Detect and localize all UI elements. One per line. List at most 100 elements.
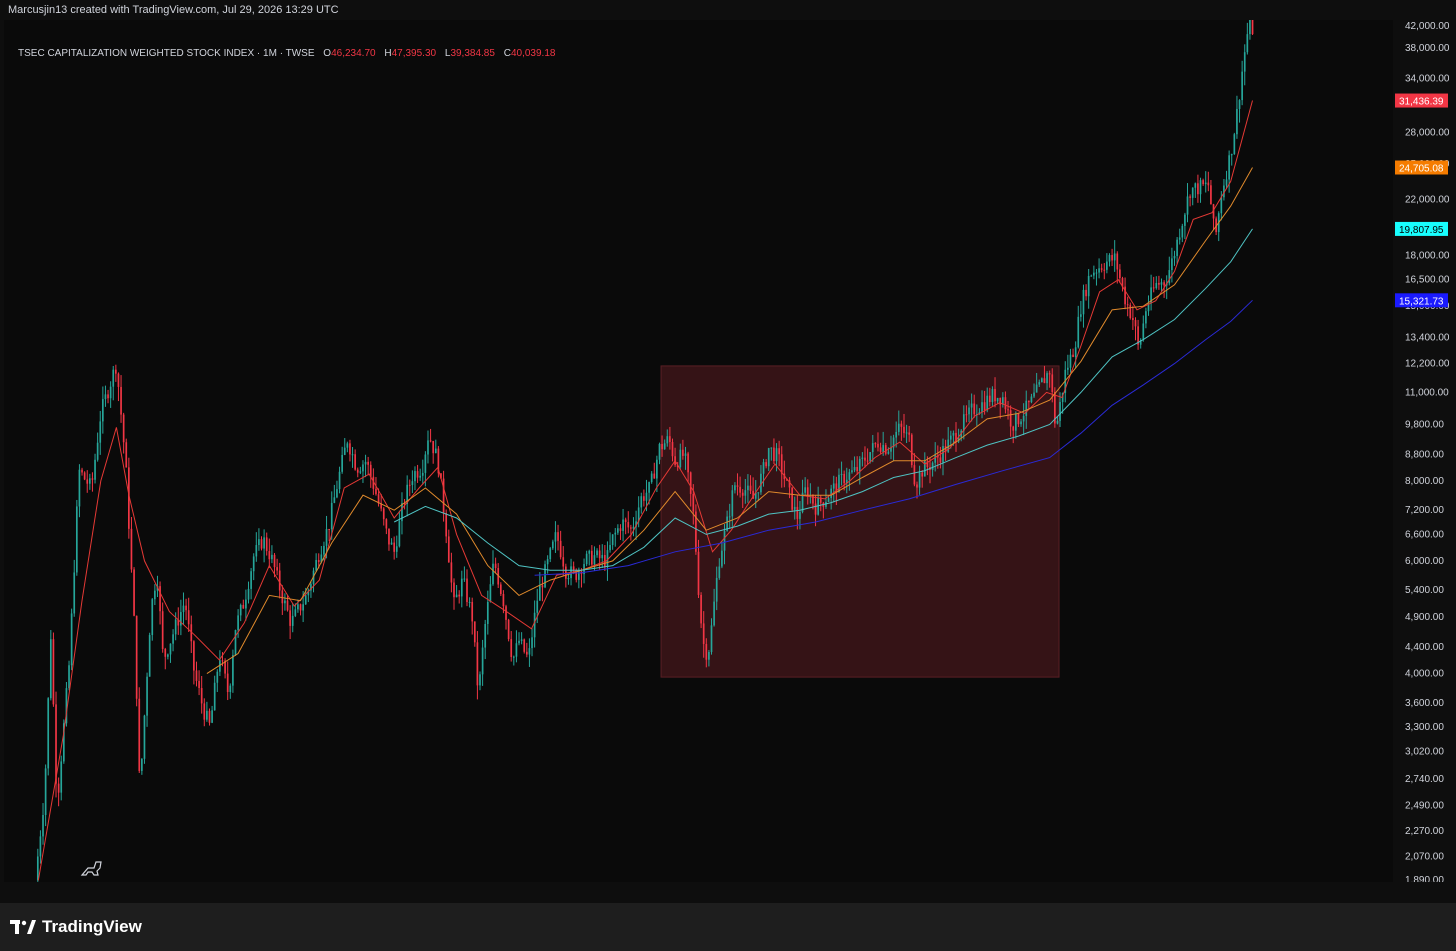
candle-body bbox=[195, 670, 198, 681]
candle-body bbox=[1093, 272, 1095, 276]
candle-body bbox=[268, 551, 271, 560]
price-chart[interactable]: 42,000.0038,000.0034,000.0028,000.0025,0… bbox=[4, 20, 1456, 882]
candle-body bbox=[304, 595, 307, 605]
candle-body bbox=[375, 488, 377, 495]
y-tick-label: 6,600.00 bbox=[1405, 529, 1444, 540]
candle-body bbox=[164, 648, 167, 657]
candle-body bbox=[60, 761, 63, 793]
candle-body bbox=[1241, 71, 1243, 101]
candle-body bbox=[242, 605, 245, 609]
candle-body bbox=[814, 503, 817, 515]
candle-body bbox=[843, 473, 846, 484]
candle-body bbox=[434, 448, 437, 454]
candle-body bbox=[1184, 214, 1186, 226]
candle-body bbox=[489, 584, 492, 603]
candle-body bbox=[159, 586, 161, 612]
candle-body bbox=[630, 527, 632, 529]
candle-body bbox=[442, 478, 445, 513]
candle-body bbox=[853, 467, 856, 471]
candle-body bbox=[780, 454, 783, 474]
candle-body bbox=[663, 443, 666, 450]
candle-body bbox=[260, 539, 263, 549]
candle-body bbox=[1134, 320, 1137, 327]
candle-body bbox=[1082, 289, 1085, 315]
candle-body bbox=[265, 537, 268, 552]
candle-body bbox=[858, 458, 861, 472]
candle-body bbox=[512, 656, 515, 658]
candle-body bbox=[757, 492, 760, 494]
candle-body bbox=[432, 441, 435, 454]
candle-body bbox=[505, 606, 507, 620]
candle-body bbox=[962, 414, 965, 431]
candle-body bbox=[91, 478, 94, 480]
candle-body bbox=[481, 647, 484, 675]
candle-body bbox=[393, 542, 396, 552]
candle-body bbox=[981, 402, 983, 413]
high-value: 47,395.30 bbox=[391, 48, 437, 59]
candle-body bbox=[747, 485, 749, 491]
candle-body bbox=[237, 615, 239, 631]
candle-body bbox=[931, 462, 934, 471]
candle-body bbox=[364, 461, 367, 465]
y-tick-label: 22,000.00 bbox=[1405, 195, 1450, 206]
highlight-box bbox=[660, 365, 1060, 678]
candle-body bbox=[1113, 253, 1116, 261]
candle-body bbox=[942, 446, 944, 463]
candle-body bbox=[234, 630, 237, 656]
candle-body bbox=[1030, 396, 1033, 403]
y-tick-label: 38,000.00 bbox=[1405, 43, 1450, 54]
candle-body bbox=[585, 553, 588, 565]
candle-body bbox=[315, 560, 317, 571]
candle-body bbox=[643, 496, 645, 501]
y-tick-label: 3,600.00 bbox=[1405, 698, 1444, 709]
candle-body bbox=[167, 654, 169, 657]
candle-body bbox=[1035, 384, 1038, 393]
candle-body bbox=[1171, 258, 1173, 271]
candle-body bbox=[200, 688, 203, 704]
candle-body bbox=[1074, 347, 1077, 357]
candle-body bbox=[187, 610, 190, 625]
candle-body bbox=[1249, 20, 1251, 35]
candle-body bbox=[73, 572, 76, 614]
candle-body bbox=[328, 528, 330, 530]
candle-body bbox=[551, 541, 554, 549]
candle-body bbox=[549, 548, 552, 560]
candle-body bbox=[1100, 268, 1103, 270]
y-tick-label: 3,300.00 bbox=[1405, 722, 1444, 733]
candle-body bbox=[1098, 268, 1100, 273]
candle-body bbox=[143, 715, 146, 759]
candle-body bbox=[258, 539, 260, 546]
candle-body bbox=[1041, 378, 1043, 383]
candle-body bbox=[450, 562, 453, 583]
candle-body bbox=[921, 472, 924, 477]
candle-body bbox=[596, 550, 598, 556]
y-tick-label: 13,400.00 bbox=[1405, 333, 1450, 344]
candle-body bbox=[525, 651, 528, 655]
candle-body bbox=[598, 550, 601, 559]
candle-body bbox=[252, 556, 255, 572]
candle-body bbox=[302, 604, 304, 611]
candle-body bbox=[887, 451, 890, 454]
candle-body bbox=[640, 496, 643, 508]
candle-body bbox=[333, 497, 336, 503]
candle-body bbox=[206, 710, 208, 720]
candle-body bbox=[75, 506, 78, 573]
chart-pane[interactable]: 42,000.0038,000.0034,000.0028,000.0025,0… bbox=[4, 20, 1450, 882]
candle-body bbox=[1014, 413, 1017, 431]
candle-body bbox=[138, 698, 141, 771]
candle-body bbox=[216, 671, 219, 683]
candle-body bbox=[554, 532, 557, 542]
tradingview-logo[interactable]: TradingView bbox=[10, 917, 142, 937]
candle-body bbox=[367, 461, 370, 465]
candle-body bbox=[689, 472, 692, 494]
candle-body bbox=[193, 641, 195, 671]
candle-body bbox=[679, 449, 682, 468]
candle-body bbox=[533, 612, 536, 638]
candle-body bbox=[869, 452, 872, 462]
candle-body bbox=[1238, 100, 1241, 109]
candle-body bbox=[692, 493, 695, 512]
candle-body bbox=[617, 528, 619, 533]
candle-body bbox=[447, 536, 450, 563]
candle-body bbox=[42, 814, 44, 837]
candle-body bbox=[645, 492, 648, 501]
